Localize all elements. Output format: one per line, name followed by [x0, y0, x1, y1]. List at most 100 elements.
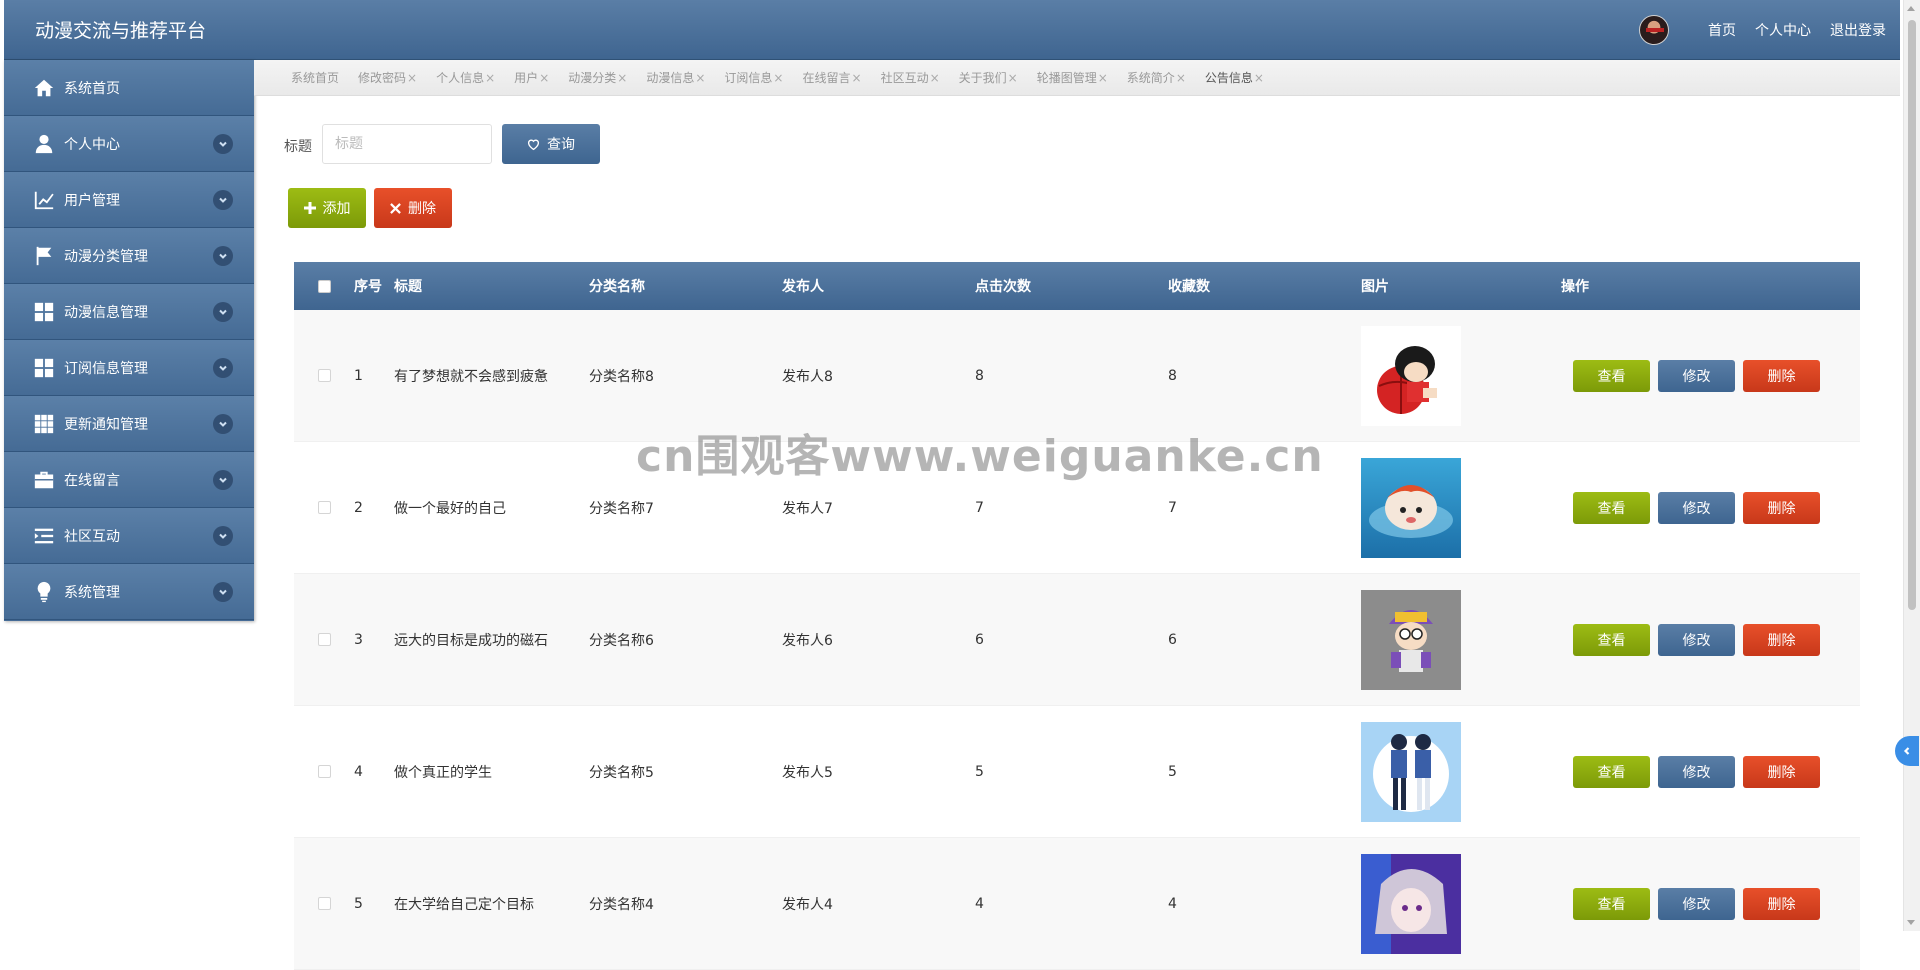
edit-button[interactable]: 修改: [1658, 623, 1735, 656]
tab-system-home[interactable]: 系统首页: [291, 69, 339, 86]
sidebar-item-anime-category[interactable]: 动漫分类管理: [4, 228, 254, 284]
column-header: 标题: [394, 279, 422, 295]
row-checkbox[interactable]: [317, 633, 331, 646]
chevron-down-icon[interactable]: [213, 133, 233, 154]
cell-category: 分类名称7: [589, 500, 654, 517]
sidebar-item-subscription[interactable]: 订阅信息管理: [4, 340, 254, 396]
search-input[interactable]: [322, 124, 492, 164]
tab-change-password[interactable]: 修改密码×: [358, 69, 417, 86]
close-icon[interactable]: ×: [695, 71, 705, 85]
tab-anime-category[interactable]: 动漫分类×: [568, 69, 627, 86]
scrollbar-thumb[interactable]: [1908, 20, 1916, 610]
chevron-down-icon[interactable]: [213, 413, 233, 434]
close-icon[interactable]: ×: [1254, 71, 1264, 85]
close-icon[interactable]: ×: [539, 71, 549, 85]
view-button[interactable]: 查看: [1573, 755, 1650, 788]
heart-icon: [527, 139, 540, 150]
close-icon[interactable]: ×: [485, 71, 495, 85]
chevron-down-icon[interactable]: [213, 469, 233, 490]
view-button[interactable]: 查看: [1573, 887, 1650, 920]
tab-messages[interactable]: 在线留言×: [802, 69, 861, 86]
edit-button[interactable]: 修改: [1658, 887, 1735, 920]
sidebar-item-community[interactable]: 社区互动: [4, 508, 254, 564]
view-button[interactable]: 查看: [1573, 623, 1650, 656]
row-delete-button[interactable]: 删除: [1743, 887, 1820, 920]
table-row: 4 做个真正的学生 分类名称5 发布人5 5 5 查看 修改 删除: [294, 706, 1860, 838]
tab-anime-info[interactable]: 动漫信息×: [646, 69, 705, 86]
cell-category: 分类名称6: [589, 632, 654, 649]
tab-user[interactable]: 用户×: [514, 69, 549, 86]
row-delete-button[interactable]: 删除: [1743, 623, 1820, 656]
vertical-scrollbar[interactable]: [1903, 0, 1920, 931]
row-checkbox[interactable]: [317, 897, 331, 910]
tab-subscription[interactable]: 订阅信息×: [724, 69, 783, 86]
column-header: 操作: [1561, 279, 1589, 295]
tab-community[interactable]: 社区互动×: [881, 69, 940, 86]
edit-button[interactable]: 修改: [1658, 755, 1735, 788]
cell-publisher: 发布人5: [782, 764, 833, 781]
cell-title: 做个真正的学生: [394, 764, 492, 781]
row-delete-button[interactable]: 删除: [1743, 755, 1820, 788]
sidebar-item-personal-center[interactable]: 个人中心: [4, 116, 254, 172]
row-checkbox[interactable]: [317, 501, 331, 514]
scroll-up-icon[interactable]: [1907, 6, 1915, 11]
sidebar-item-anime-info[interactable]: 动漫信息管理: [4, 284, 254, 340]
user-icon: [33, 133, 55, 155]
home-link[interactable]: 首页: [1708, 20, 1736, 40]
chevron-down-icon[interactable]: [213, 525, 233, 546]
cell-favorites: 6: [1168, 631, 1177, 648]
sidebar-item-messages[interactable]: 在线留言: [4, 452, 254, 508]
table-row: 2 做一个最好的自己 分类名称7 发布人7 7 7 查看 修改 删除: [294, 442, 1860, 574]
edit-button[interactable]: 修改: [1658, 491, 1735, 524]
sidebar-item-user-management[interactable]: 用户管理: [4, 172, 254, 228]
close-icon[interactable]: ×: [1098, 71, 1108, 85]
select-all-checkbox[interactable]: [317, 279, 331, 293]
close-icon[interactable]: ×: [617, 71, 627, 85]
close-icon[interactable]: ×: [852, 71, 862, 85]
briefcase-icon: [33, 469, 55, 491]
cell-category: 分类名称5: [589, 764, 654, 781]
thumbnail-image: [1361, 721, 1461, 822]
tab-about-us[interactable]: 关于我们×: [959, 69, 1018, 86]
view-button[interactable]: 查看: [1573, 359, 1650, 392]
row-delete-button[interactable]: 删除: [1743, 359, 1820, 392]
plus-icon: [303, 202, 316, 214]
close-icon[interactable]: ×: [1176, 71, 1186, 85]
view-button[interactable]: 查看: [1573, 491, 1650, 524]
home-icon: [33, 77, 55, 99]
profile-link[interactable]: 个人中心: [1755, 20, 1811, 40]
search-label: 标题: [284, 139, 312, 155]
cell-clicks: 5: [975, 763, 984, 780]
chevron-down-icon[interactable]: [213, 581, 233, 602]
close-icon[interactable]: ×: [930, 71, 940, 85]
column-header: 点击次数: [975, 279, 1031, 295]
scroll-down-icon[interactable]: [1907, 920, 1915, 925]
chevron-down-icon[interactable]: [213, 301, 233, 322]
tab-carousel[interactable]: 轮播图管理×: [1037, 69, 1108, 86]
edit-button[interactable]: 修改: [1658, 359, 1735, 392]
close-icon[interactable]: ×: [1008, 71, 1018, 85]
row-checkbox[interactable]: [317, 765, 331, 778]
sidebar-item-update-notice[interactable]: 更新通知管理: [4, 396, 254, 452]
query-button[interactable]: 查询: [502, 124, 600, 164]
sidebar-item-home[interactable]: 系统首页: [4, 60, 254, 116]
sidebar: 系统首页 个人中心 用户管理 动漫分类管理 动漫信息管理 订阅信息管理 更新通知…: [4, 60, 254, 621]
row-checkbox[interactable]: [317, 369, 331, 382]
sidebar-item-label: 在线留言: [64, 472, 120, 489]
row-delete-button[interactable]: 删除: [1743, 491, 1820, 524]
collapse-panel-button[interactable]: [1895, 736, 1919, 766]
chevron-down-icon[interactable]: [213, 245, 233, 266]
close-icon[interactable]: ×: [773, 71, 783, 85]
close-icon[interactable]: ×: [407, 71, 417, 85]
chevron-down-icon[interactable]: [213, 357, 233, 378]
cell-clicks: 7: [975, 499, 984, 516]
tab-system-intro[interactable]: 系统简介×: [1127, 69, 1186, 86]
delete-button[interactable]: 删除: [374, 188, 452, 228]
logout-link[interactable]: 退出登录: [1830, 20, 1886, 40]
avatar[interactable]: [1639, 14, 1669, 45]
add-button[interactable]: 添加: [288, 188, 366, 228]
tab-notice[interactable]: 公告信息×: [1205, 69, 1264, 86]
sidebar-item-system[interactable]: 系统管理: [4, 564, 254, 620]
chevron-down-icon[interactable]: [213, 189, 233, 210]
tab-personal-info[interactable]: 个人信息×: [436, 69, 495, 86]
